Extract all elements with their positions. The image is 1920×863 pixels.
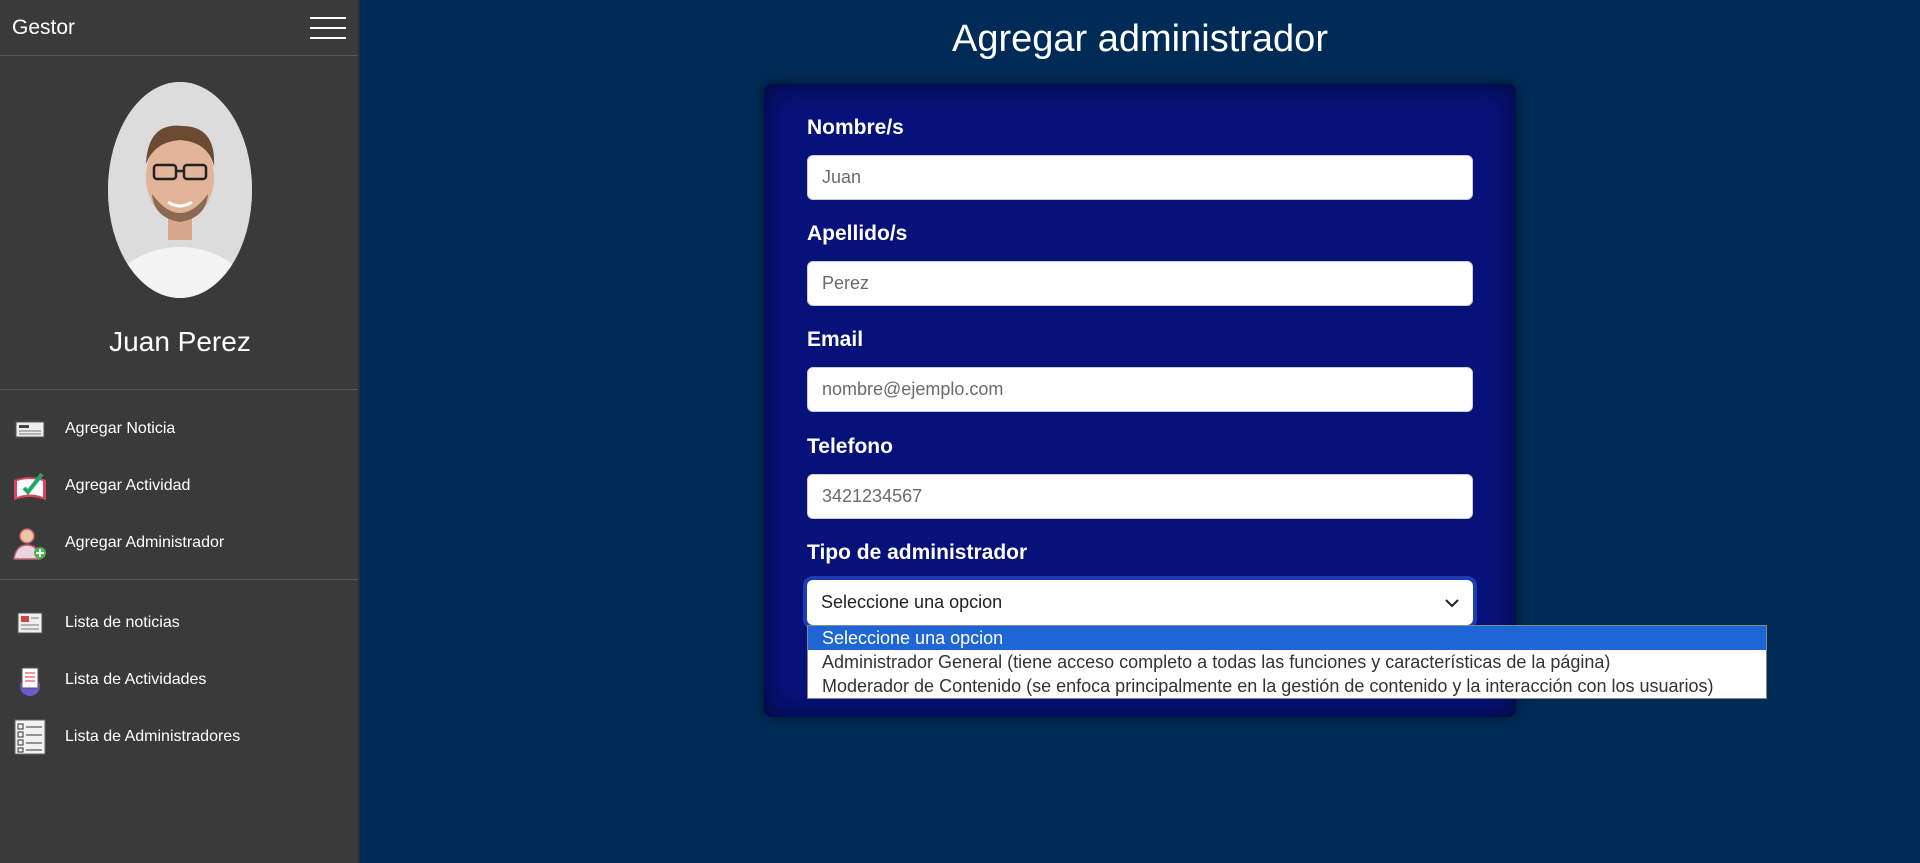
profile-name: Juan Perez (109, 326, 251, 357)
telefono-input[interactable] (807, 474, 1473, 519)
sidebar-item-label: Agregar Actividad (65, 476, 191, 494)
nombre-input[interactable] (807, 155, 1473, 200)
dropdown-option[interactable]: Seleccione una opcion (808, 626, 1766, 650)
activity-book-icon (12, 468, 48, 504)
activity-list-icon (12, 662, 48, 698)
tipo-label: Tipo de administrador (807, 541, 1028, 564)
hamburger-menu-icon[interactable] (310, 16, 346, 39)
sidebar-item-lista-administradores[interactable]: Lista de Administradores (0, 708, 358, 765)
sidebar-item-label: Agregar Administrador (65, 533, 225, 551)
add-user-icon (12, 525, 48, 561)
tipo-selected-value: Seleccione una opcion (821, 592, 1003, 612)
email-label: Email (807, 328, 864, 351)
telefono-label: Telefono (807, 435, 893, 458)
sidebar-item-agregar-actividad[interactable]: Agregar Actividad (0, 457, 358, 514)
avatar (108, 82, 252, 298)
dropdown-option[interactable]: Moderador de Contenido (se enfoca princi… (808, 674, 1766, 698)
add-admin-form: Nombre/s Apellido/s Email Telefono Tipo … (764, 84, 1516, 717)
sidebar-item-label: Agregar Noticia (65, 419, 176, 437)
sidebar-header: Gestor (0, 0, 358, 56)
brand-title: Gestor (12, 15, 76, 39)
sidebar-item-label: Lista de noticias (65, 613, 180, 631)
apellido-input[interactable] (807, 261, 1473, 306)
sidebar-item-agregar-noticia[interactable]: Agregar Noticia (0, 400, 358, 457)
apellido-label: Apellido/s (807, 222, 908, 245)
nombre-label: Nombre/s (807, 116, 904, 139)
newspaper-icon (12, 411, 48, 447)
sidebar-item-label: Lista de Actividades (65, 670, 207, 688)
email-input[interactable] (807, 367, 1473, 412)
tipo-select[interactable]: Seleccione una opcion (807, 580, 1473, 625)
tipo-dropdown-list: Seleccione una opcion Administrador Gene… (807, 625, 1767, 699)
sidebar-item-label: Lista de Administradores (65, 727, 241, 745)
checklist-icon (12, 719, 48, 755)
sidebar: Gestor Juan Perez Agregar Noticia Agrega… (0, 0, 360, 863)
profile-section: Juan Perez (0, 56, 358, 390)
sidebar-item-lista-noticias[interactable]: Lista de noticias (0, 594, 358, 651)
sidebar-item-agregar-administrador[interactable]: Agregar Administrador (0, 514, 358, 571)
nav-group-add: Agregar Noticia Agregar Actividad Agrega… (0, 390, 358, 580)
sidebar-item-lista-actividades[interactable]: Lista de Actividades (0, 651, 358, 708)
page-title: Agregar administrador (952, 18, 1328, 60)
news-list-icon (12, 605, 48, 641)
chevron-down-icon (1445, 592, 1459, 613)
dropdown-option[interactable]: Administrador General (tiene acceso comp… (808, 650, 1766, 674)
nav-group-lists: Lista de noticias Lista de Actividades L… (0, 580, 358, 765)
